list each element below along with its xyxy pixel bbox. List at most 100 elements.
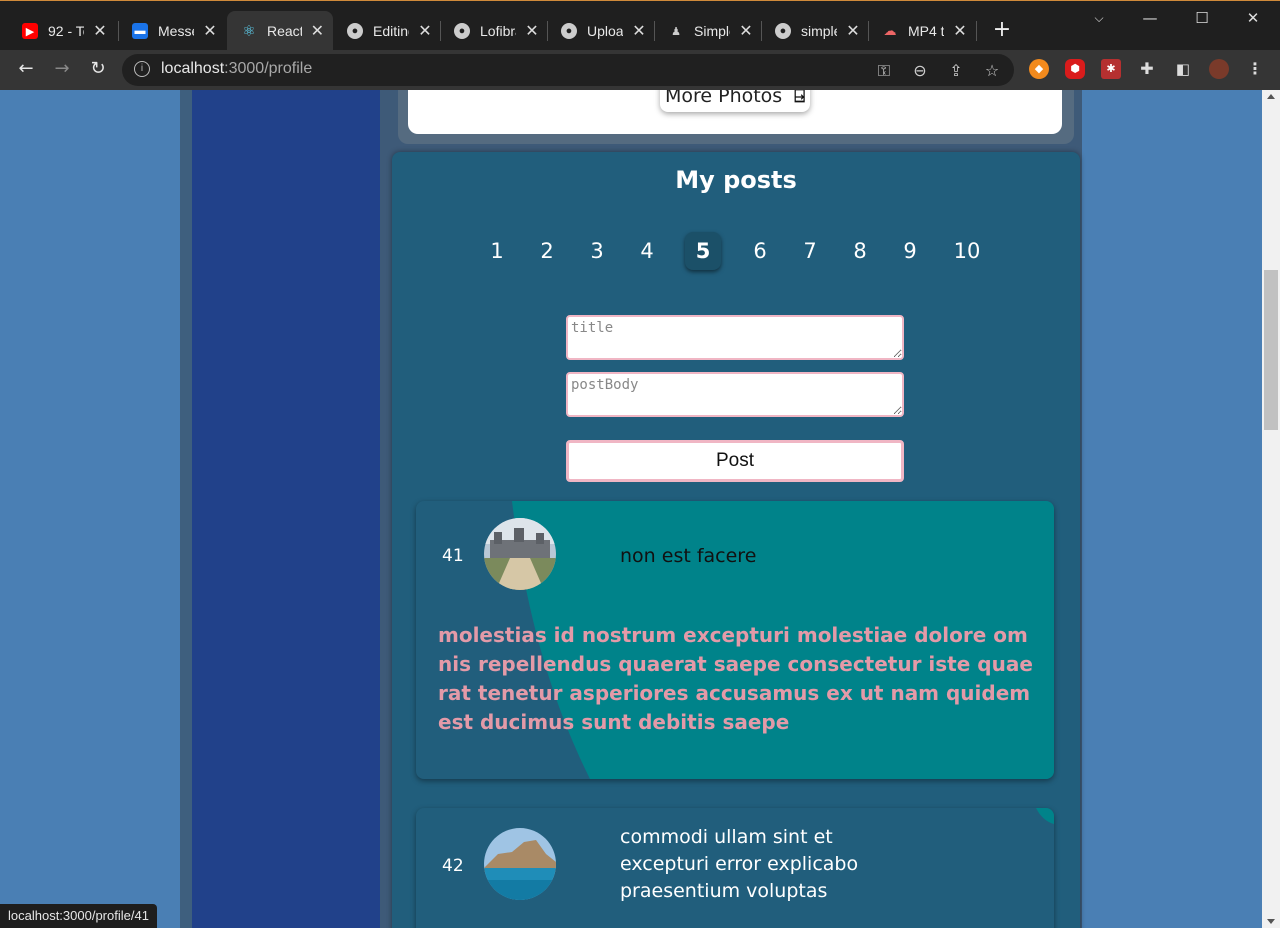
tab-simple[interactable]: ♟ Simple ✕ [654,11,762,51]
page-button-6[interactable]: 6 [742,232,778,270]
youtube-icon: ▶ [22,23,38,39]
close-tab-icon[interactable]: ✕ [417,21,433,41]
extension-orange-icon[interactable]: ◆ [1029,59,1049,79]
close-tab-icon[interactable]: ✕ [92,21,108,41]
extensions-puzzle-icon[interactable]: ✚ [1137,59,1157,79]
new-tab-button[interactable]: + [990,17,1014,42]
tab-upload[interactable]: ● Upload ✕ [547,11,655,51]
tab-title: Editing [373,23,409,39]
post-id: 41 [442,546,464,566]
profile-avatar[interactable] [1209,59,1229,79]
key-icon[interactable]: ⚿ [874,61,894,81]
page-scrollbar[interactable] [1262,90,1280,928]
url-text: localhost:3000/profile [161,60,312,78]
page-button-5-active[interactable]: 5 [685,232,721,270]
extension-shield-icon[interactable]: ⬢ [1065,59,1085,79]
maximize-button[interactable]: ☐ [1190,9,1214,27]
page-button-8[interactable]: 8 [842,232,878,270]
url-path: :3000/profile [224,60,313,77]
forward-button[interactable]: → [50,58,74,79]
github-icon: ● [775,23,791,39]
scroll-up-arrow[interactable] [1267,94,1275,99]
share-icon[interactable]: ⇪ [946,61,966,80]
post-title: non est facere [620,545,757,567]
person-icon: ♟ [671,25,681,38]
tab-title: Simple [694,23,730,39]
close-tab-icon[interactable]: ✕ [952,21,968,41]
tab-simple-github[interactable]: ● simple ✕ [761,11,869,51]
tab-title: simple [801,23,837,39]
tab-title: React App [267,23,302,39]
page-button-7[interactable]: 7 [792,232,828,270]
chat-icon: ▬ [132,23,148,39]
close-tab-icon[interactable]: ✕ [310,21,325,41]
info-icon[interactable]: i [134,61,150,77]
github-icon: ● [561,23,577,39]
github-icon: ● [347,23,363,39]
page-button-2[interactable]: 2 [529,232,565,270]
posts-panel: My posts 1 2 3 4 5 6 7 8 9 10 Post 41 [392,152,1080,928]
tab-title: Lofibrary [480,23,516,39]
post-image [484,518,556,590]
tab-divider [976,21,977,41]
link-status-bar: localhost:3000/profile/41 [0,904,157,928]
post-id: 42 [442,856,464,876]
page-viewport: More Photos ⍈ My posts 1 2 3 4 5 6 7 8 9… [0,90,1262,928]
tab-messenger[interactable]: ▬ Messenger ✕ [118,11,226,51]
more-photos-button[interactable]: More Photos ⍈ [660,90,810,112]
post-body: molestias id nostrum excepturi molestiae… [438,623,1033,734]
tab-title: 92 - To [48,23,84,39]
pagination: 1 2 3 4 5 6 7 8 9 10 [392,232,1080,272]
side-panel-icon[interactable]: ◧ [1173,59,1193,79]
url-host: localhost [161,60,225,77]
menu-kebab-icon[interactable]: ⋮ [1245,59,1265,79]
close-tab-icon[interactable]: ✕ [631,21,647,41]
address-bar[interactable]: i localhost:3000/profile ⚿ ⊖ ⇪ ☆ [122,54,1014,86]
page-button-10[interactable]: 10 [942,232,992,270]
reload-button[interactable]: ↻ [86,58,110,79]
zoom-icon[interactable]: ⊖ [910,61,930,80]
post-image [484,828,556,900]
title-input[interactable] [566,315,904,360]
tab-youtube[interactable]: ▶ 92 - To ✕ [8,11,116,51]
tab-search-icon[interactable]: ⌵ [1087,11,1111,26]
exit-door-icon: ⍈ [794,90,806,107]
more-photos-label: More Photos [664,90,783,107]
page-button-9[interactable]: 9 [892,232,928,270]
close-window-button[interactable]: ✕ [1241,9,1265,27]
tab-editing[interactable]: ● Editing ✕ [333,11,441,51]
close-tab-icon[interactable]: ✕ [202,21,218,41]
tab-title: Upload [587,23,623,39]
post-body-input[interactable] [566,372,904,417]
castle-photo [484,518,556,590]
scroll-down-arrow[interactable] [1267,919,1275,924]
post-title: commodi ullam sint et excepturi error ex… [620,826,859,902]
sea-cliff-photo [484,828,556,900]
react-icon: ⚛ [242,23,256,40]
cloud-icon: ☁ [883,23,897,38]
page-button-1[interactable]: 1 [479,232,515,270]
page-button-4[interactable]: 4 [629,232,665,270]
browser-toolbar: ← → ↻ i localhost:3000/profile ⚿ ⊖ ⇪ ☆ ◆… [0,50,1280,90]
left-sidebar [192,90,380,928]
github-icon: ● [454,23,470,39]
scroll-thumb[interactable] [1264,270,1278,430]
extension-red-icon[interactable]: ✱ [1101,59,1121,79]
photos-inner: More Photos ⍈ [408,90,1062,134]
back-button[interactable]: ← [14,58,38,79]
close-tab-icon[interactable]: ✕ [738,21,754,41]
tab-mp4[interactable]: ☁ MP4 to ✕ [868,11,976,51]
tab-title: Messenger [158,23,194,39]
bookmark-star-icon[interactable]: ☆ [982,61,1002,80]
post-card[interactable]: 42 commodi ullam sint et excepturi error… [416,808,1054,928]
tab-react-app[interactable]: ⚛ React App ✕ [227,11,333,51]
close-tab-icon[interactable]: ✕ [524,21,540,41]
photos-card: More Photos ⍈ [398,90,1074,144]
post-button[interactable]: Post [566,440,904,482]
tab-lofibrary[interactable]: ● Lofibrary ✕ [440,11,548,51]
minimize-button[interactable]: — [1138,9,1162,27]
page-button-3[interactable]: 3 [579,232,615,270]
posts-heading: My posts [675,166,797,194]
post-card[interactable]: 41 non est facere molestias id nostrum e… [416,501,1054,779]
close-tab-icon[interactable]: ✕ [845,21,861,41]
